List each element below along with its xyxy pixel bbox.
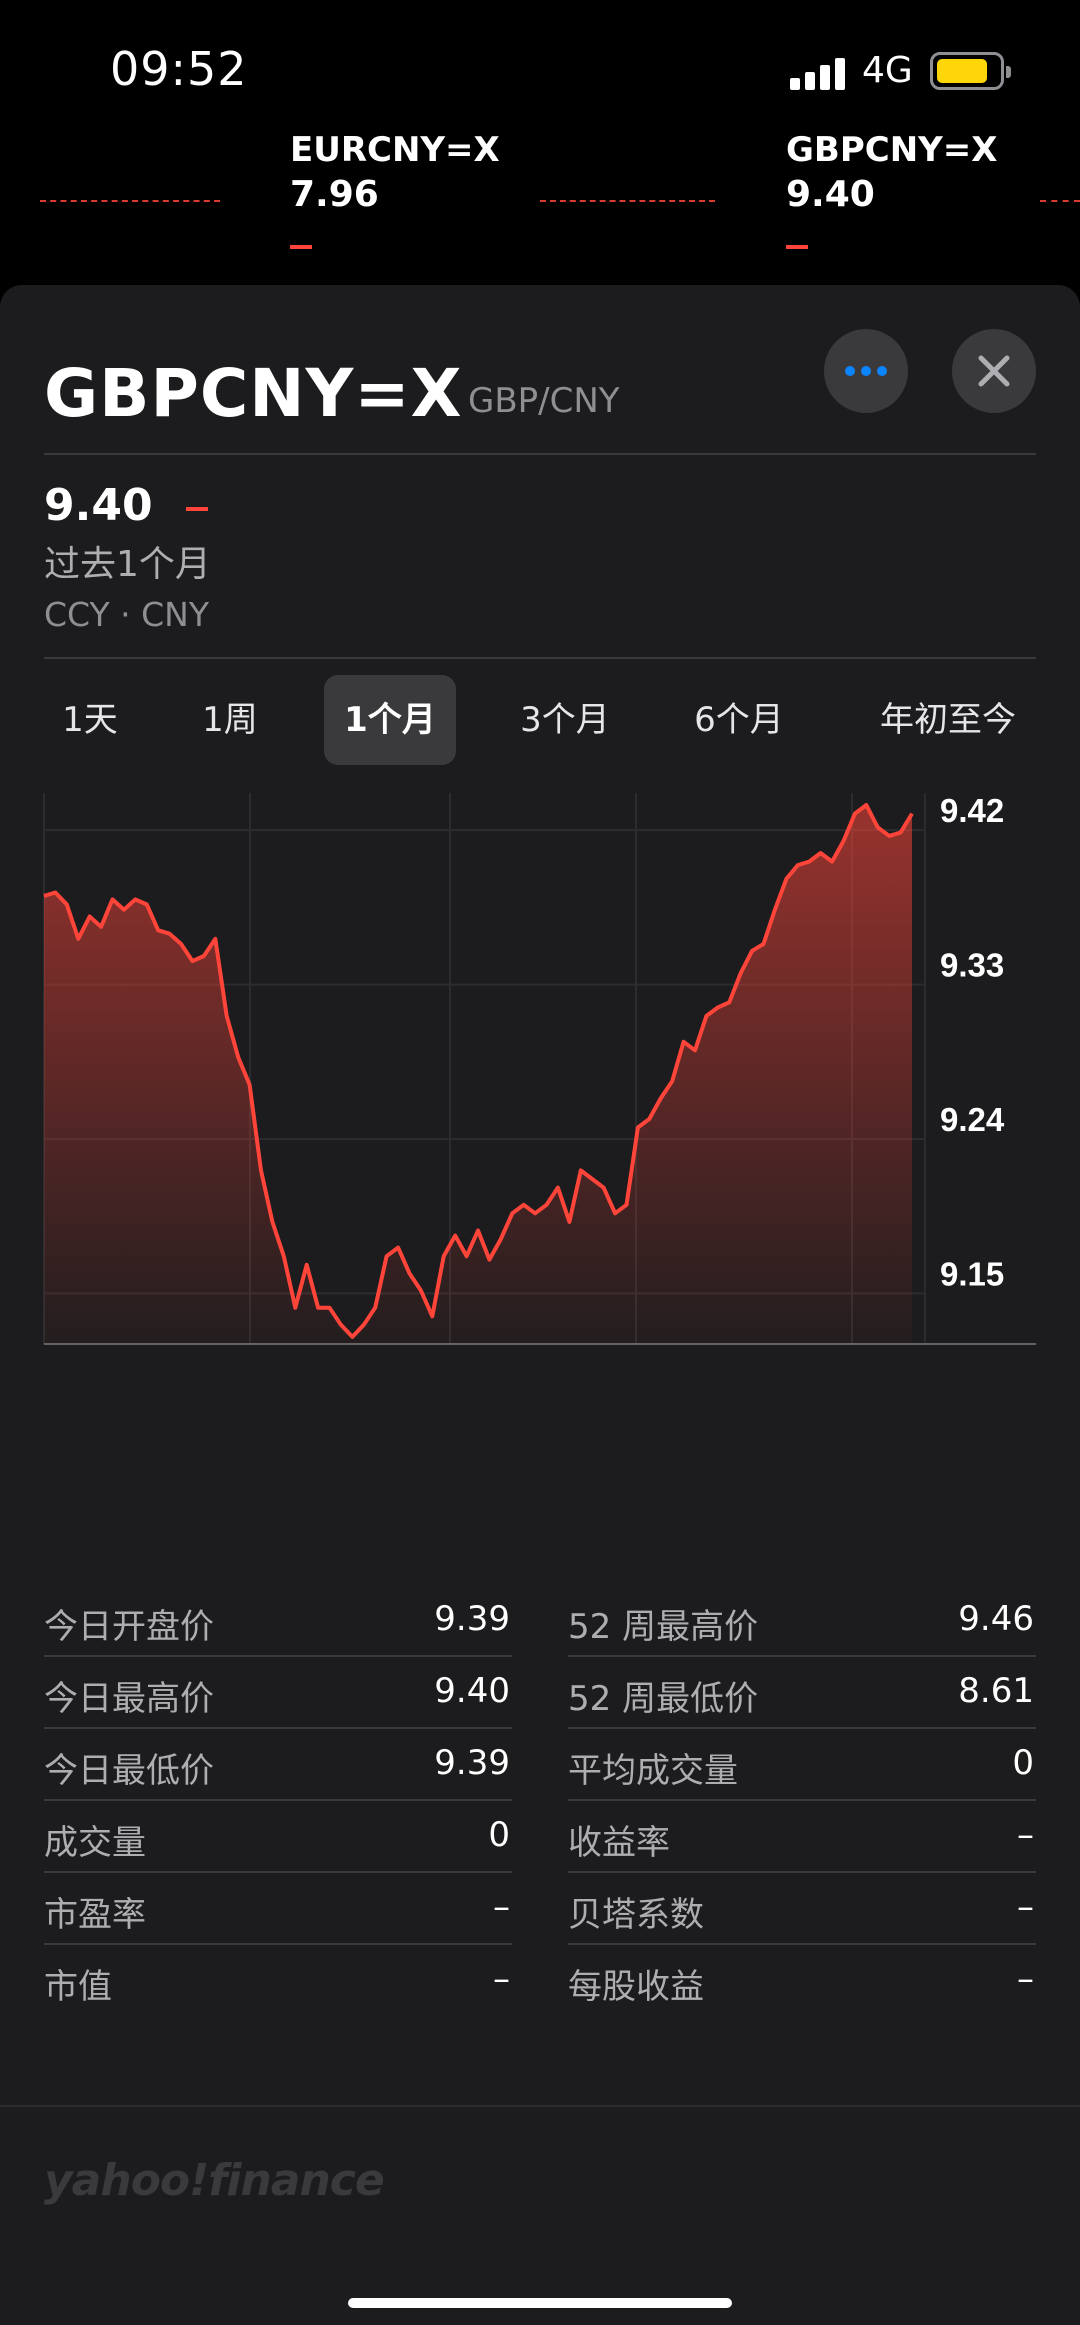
y-tick-label: 9.15 — [940, 1255, 1004, 1292]
stat-label: 52 周最高价 — [568, 1607, 759, 1647]
stat-label: 今日最低价 — [44, 1751, 214, 1791]
stat-value: 0 — [488, 1815, 510, 1855]
more-icon — [845, 366, 887, 376]
ticker-strip[interactable]: EURCNY=X 7.96 GBPCNY=X 9.40 — [0, 130, 1080, 270]
tab-1w[interactable]: 1周 — [170, 675, 290, 765]
divider — [44, 453, 1036, 455]
stat-value: 9.39 — [434, 1743, 510, 1783]
ticker-value: 9.40 — [786, 174, 875, 215]
status-bar: 09:52 4G — [0, 0, 1080, 130]
symbol-subtitle: GBP/CNY — [468, 381, 620, 421]
network-type: 4G — [862, 50, 913, 91]
ticker-change-dash — [290, 245, 312, 249]
stat-value: 8.61 — [958, 1671, 1034, 1711]
stat-row: 市值 – — [44, 1945, 512, 2017]
ticker-symbol: GBPCNY=X — [786, 130, 998, 170]
ticker-symbol: EURCNY=X — [290, 130, 500, 170]
ticker-value: 7.96 — [290, 174, 379, 215]
stat-value: – — [1017, 1959, 1034, 1999]
ticker-item[interactable]: GBPCNY=X 9.40 — [786, 130, 997, 249]
y-tick-label: 9.33 — [940, 947, 1004, 984]
ticker-sparkline — [40, 200, 220, 204]
ticker-item[interactable]: EURCNY=X 7.96 — [290, 130, 500, 249]
period-label: 过去1个月 — [44, 544, 211, 585]
stat-label: 收益率 — [568, 1823, 670, 1863]
close-button[interactable] — [952, 329, 1036, 413]
stat-row: 52 周最高价 9.46 — [568, 1585, 1036, 1657]
battery-icon — [930, 52, 1011, 90]
cellular-signal-icon — [790, 58, 845, 90]
footer-divider — [0, 2105, 1080, 2107]
ticker-sparkline — [1040, 200, 1080, 204]
yahoo-finance-logo[interactable]: yahoo!finance — [44, 2155, 385, 2206]
stat-label: 市盈率 — [44, 1895, 146, 1935]
status-time: 09:52 — [110, 42, 248, 96]
tab-1d[interactable]: 1天 — [30, 675, 150, 765]
stats-left-column: 今日开盘价 9.39 今日最高价 9.40 今日最低价 9.39 成交量 0 市盈率 – 市值 – — [44, 1585, 512, 2017]
y-tick-label: 9.24 — [940, 1101, 1005, 1138]
y-tick-label: 9.42 — [940, 792, 1004, 829]
stat-label: 今日最高价 — [44, 1679, 214, 1719]
stat-label: 市值 — [44, 1967, 112, 2007]
chart-svg: 9.429.339.249.15295121926 — [43, 792, 1036, 1345]
tab-3m[interactable]: 3个月 — [490, 675, 640, 765]
tab-1m[interactable]: 1个月 — [324, 675, 456, 765]
close-icon — [978, 355, 1010, 387]
stat-row: 每股收益 – — [568, 1945, 1036, 2017]
symbol-title: GBPCNY=X — [44, 355, 463, 432]
range-tabs: 1天 1周 1个月 3个月 6个月 年初至今 — [30, 675, 1050, 765]
stat-value: 0 — [1012, 1743, 1034, 1783]
quote-detail-sheet: GBPCNY=X GBP/CNY 9.40 过去1个月 CCY · CNY 1天… — [0, 285, 1080, 2325]
stat-label: 每股收益 — [568, 1967, 704, 2007]
stat-row: 成交量 0 — [44, 1801, 512, 1873]
stat-label: 52 周最低价 — [568, 1679, 759, 1719]
tab-6m[interactable]: 6个月 — [664, 675, 814, 765]
tab-ytd[interactable]: 年初至今 — [848, 675, 1048, 765]
stat-label: 平均成交量 — [568, 1751, 738, 1791]
stat-label: 成交量 — [44, 1823, 146, 1863]
ticker-change-dash — [786, 245, 808, 249]
stat-row: 52 周最低价 8.61 — [568, 1657, 1036, 1729]
stat-row: 今日开盘价 9.39 — [44, 1585, 512, 1657]
stat-row: 今日最低价 9.39 — [44, 1729, 512, 1801]
stat-value: 9.39 — [434, 1599, 510, 1639]
stat-value: – — [493, 1959, 510, 1999]
stat-value: – — [1017, 1887, 1034, 1927]
ticker-sparkline — [540, 200, 715, 204]
stat-label: 今日开盘价 — [44, 1607, 214, 1647]
stat-row: 市盈率 – — [44, 1873, 512, 1945]
stat-row: 收益率 – — [568, 1801, 1036, 1873]
stat-row: 今日最高价 9.40 — [44, 1657, 512, 1729]
stat-value: – — [1017, 1815, 1034, 1855]
stat-label: 贝塔系数 — [568, 1895, 704, 1935]
current-price: 9.40 — [44, 480, 153, 531]
price-change — [186, 507, 208, 511]
divider — [44, 657, 1036, 659]
more-button[interactable] — [824, 329, 908, 413]
stats-right-column: 52 周最高价 9.46 52 周最低价 8.61 平均成交量 0 收益率 – 贝塔系数 – 每股收… — [568, 1585, 1036, 2017]
stat-row: 贝塔系数 – — [568, 1873, 1036, 1945]
stat-value: 9.40 — [434, 1671, 510, 1711]
stat-value: – — [493, 1887, 510, 1927]
stat-value: 9.46 — [958, 1599, 1034, 1639]
currency-label: CCY · CNY — [44, 595, 210, 634]
stat-row: 平均成交量 0 — [568, 1729, 1036, 1801]
price-chart[interactable]: 9.429.339.249.15295121926 — [0, 785, 1080, 1345]
